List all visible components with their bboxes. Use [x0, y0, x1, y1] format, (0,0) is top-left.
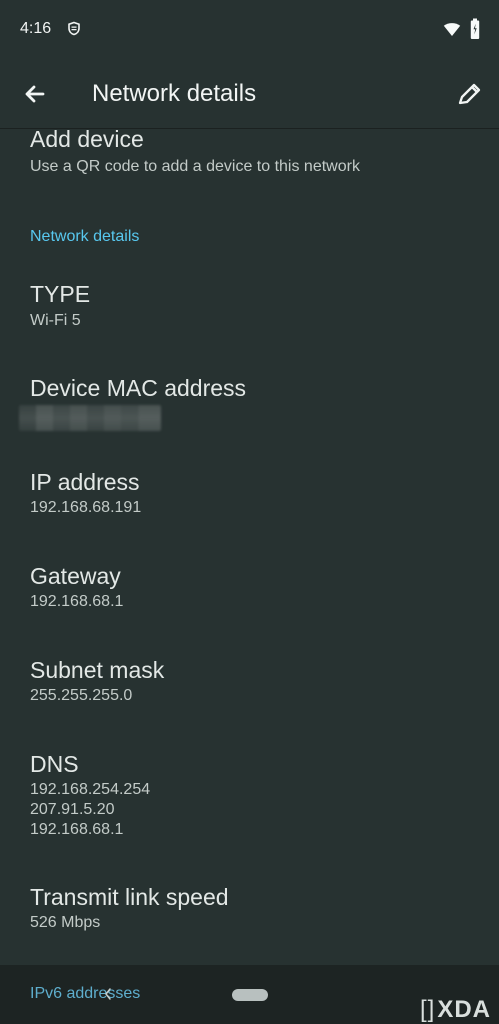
dns-value-secondary: 207.91.5.20: [30, 801, 115, 818]
ipv6-addresses-label: IPv6 addresses: [30, 985, 141, 1002]
list-item-transmit-link-speed: Transmit link speed 526 Mbps: [0, 882, 499, 952]
bottom-navigation-area: IPv6 addresses []XDA: [0, 965, 499, 1024]
status-time: 4:16: [20, 20, 52, 37]
xda-watermark: []XDA: [420, 996, 495, 1023]
type-value: Wi-Fi 5: [30, 312, 81, 329]
gateway-title: Gateway: [30, 563, 121, 589]
list-item-type: TYPE Wi-Fi 5: [0, 279, 499, 349]
subnet-mask-value: 255.255.255.0: [30, 687, 133, 704]
dns-value-primary: 192.168.254.254: [30, 781, 151, 798]
type-title: TYPE: [30, 281, 91, 307]
list-item-add-device[interactable]: Add device Use a QR code to add a device…: [0, 129, 499, 204]
mac-address-redacted-value: [19, 405, 161, 431]
dns-title: DNS: [30, 751, 79, 777]
xda-bracket-icon: []: [420, 996, 436, 1023]
edit-icon[interactable]: [452, 76, 488, 112]
ip-address-value: 192.168.68.191: [30, 499, 142, 516]
list-item-dns: DNS 192.168.254.254 207.91.5.20 192.168.…: [0, 749, 499, 849]
dns-value-tertiary: 192.168.68.1: [30, 821, 124, 838]
gateway-value: 192.168.68.1: [30, 593, 124, 610]
transmit-link-speed-title: Transmit link speed: [30, 884, 229, 910]
battery-icon: [470, 18, 480, 39]
top-app-bar: Network details: [0, 60, 499, 129]
add-device-description: Use a QR code to add a device to this ne…: [30, 158, 360, 175]
list-item-ip-address: IP address 192.168.68.191: [0, 467, 499, 537]
subnet-mask-title: Subnet mask: [30, 657, 165, 683]
list-item-subnet-mask: Subnet mask 255.255.255.0: [0, 655, 499, 725]
transmit-link-speed-value: 526 Mbps: [30, 914, 101, 931]
add-device-title: Add device: [30, 129, 144, 152]
gesture-home-handle[interactable]: [232, 989, 268, 1001]
status-bar: 4:16: [0, 0, 499, 60]
back-arrow-icon[interactable]: [16, 75, 54, 113]
page-title: Network details: [92, 80, 257, 107]
device-mac-address-title: Device MAC address: [30, 375, 247, 401]
network-details-content: Add device Use a QR code to add a device…: [0, 129, 499, 965]
navigation-back-icon[interactable]: [102, 986, 114, 1002]
wifi-icon: [443, 23, 461, 36]
shield-icon: [68, 21, 80, 36]
ip-address-title: IP address: [30, 469, 140, 495]
xda-watermark-text: XDA: [437, 996, 492, 1023]
list-item-gateway: Gateway 192.168.68.1: [0, 561, 499, 631]
section-header-network-details: Network details: [30, 228, 140, 245]
